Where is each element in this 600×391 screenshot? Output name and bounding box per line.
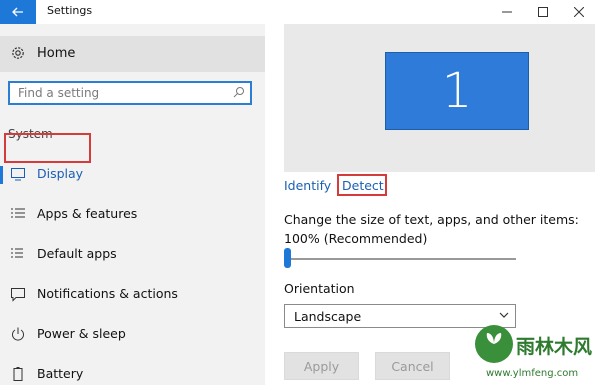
orientation-value: Landscape	[294, 309, 362, 324]
back-button[interactable]	[0, 0, 36, 24]
minimize-icon	[502, 11, 512, 13]
annotation-highlight-detect	[337, 174, 387, 196]
maximize-icon	[538, 7, 548, 17]
sidebar-item-notifications[interactable]: Notifications & actions	[0, 277, 265, 311]
watermark-url: www.ylmfeng.com	[486, 368, 579, 379]
gear-icon	[12, 47, 24, 59]
message-icon	[11, 288, 25, 302]
identify-link[interactable]: Identify	[284, 178, 331, 193]
sidebar-item-label: Power & sleep	[37, 326, 126, 341]
title-bar: Settings	[0, 0, 600, 24]
power-icon	[12, 327, 24, 341]
close-icon	[574, 7, 584, 17]
selection-indicator	[0, 166, 3, 184]
default-apps-icon	[11, 248, 23, 258]
scale-slider-thumb[interactable]	[284, 248, 291, 268]
orientation-label: Orientation	[284, 281, 355, 296]
list-icon	[11, 208, 25, 218]
sidebar-item-label: Default apps	[37, 246, 117, 261]
watermark: 雨林木风 www.ylmfeng.com	[468, 324, 600, 385]
annotation-highlight-display	[4, 133, 91, 163]
monitor-icon	[11, 168, 25, 181]
sidebar-item-default-apps[interactable]: Default apps	[0, 237, 265, 271]
apply-button[interactable]: Apply	[284, 352, 359, 380]
back-arrow-icon	[12, 7, 23, 17]
sidebar: Home System Display Apps & features Defa…	[0, 24, 265, 385]
monitor-1-tile[interactable]: 1	[385, 52, 529, 130]
close-button[interactable]	[561, 0, 597, 24]
home-label: Home	[37, 46, 76, 61]
search-icon[interactable]	[233, 86, 245, 98]
sidebar-item-label: Battery	[37, 366, 84, 381]
chevron-down-icon	[499, 312, 509, 318]
search-input[interactable]	[18, 85, 218, 101]
battery-icon	[13, 367, 23, 381]
display-preview-area: 1	[284, 24, 595, 172]
sidebar-item-apps-features[interactable]: Apps & features	[0, 197, 265, 231]
home-nav-item[interactable]: Home	[0, 36, 265, 72]
sidebar-item-power-sleep[interactable]: Power & sleep	[0, 317, 265, 351]
monitor-number: 1	[441, 63, 473, 119]
watermark-text: 雨林木风	[516, 336, 593, 358]
sidebar-item-label: Apps & features	[37, 206, 138, 221]
scale-setting-label: Change the size of text, apps, and other…	[284, 212, 579, 246]
window-title: Settings	[47, 4, 93, 17]
cancel-button[interactable]: Cancel	[375, 352, 450, 380]
sidebar-item-label: Display	[37, 166, 84, 181]
sidebar-item-battery[interactable]: Battery	[0, 357, 265, 391]
watermark-logo-icon	[475, 325, 513, 363]
scale-slider-track[interactable]	[288, 258, 516, 260]
minimize-button[interactable]	[489, 0, 525, 24]
maximize-button[interactable]	[525, 0, 561, 24]
sidebar-item-label: Notifications & actions	[37, 286, 178, 301]
search-box[interactable]	[8, 81, 252, 105]
